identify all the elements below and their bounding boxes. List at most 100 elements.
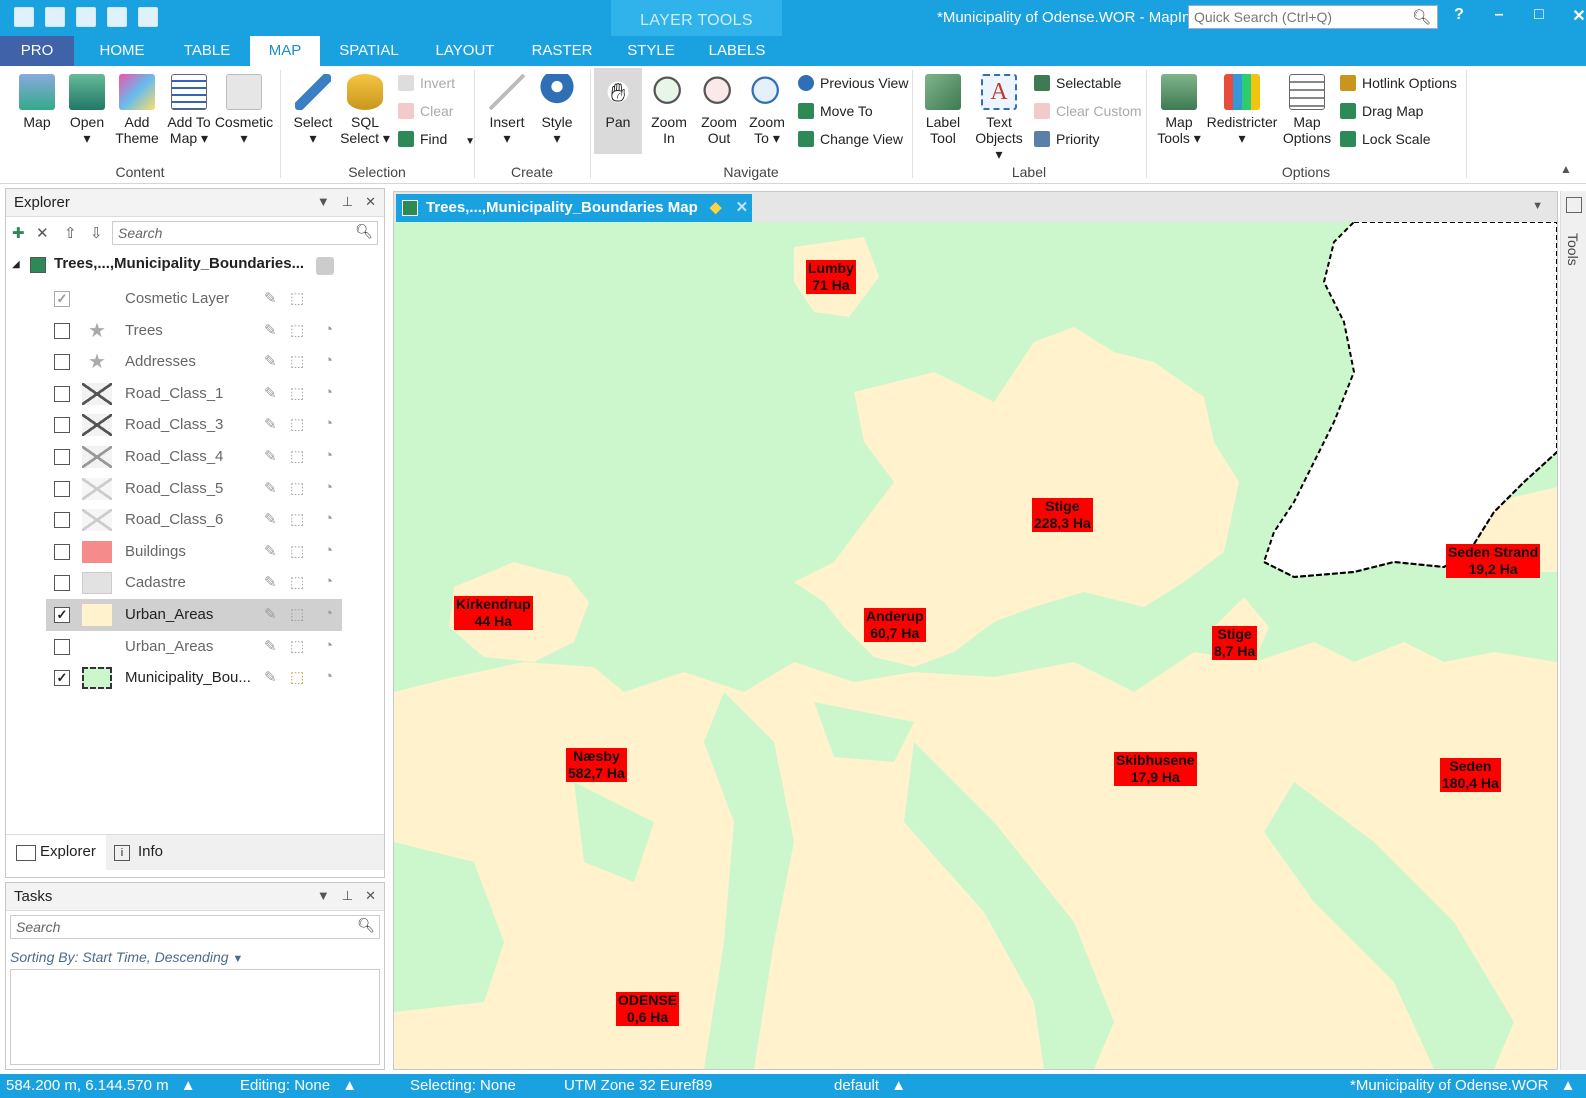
selectable-layer-icon[interactable]: ⬚ <box>290 352 304 370</box>
layer-style-swatch[interactable] <box>82 477 112 500</box>
map-window[interactable]: Trees,...,Municipality_Boundaries Map ◆ … <box>393 191 1558 1070</box>
previous-view-button[interactable]: Previous View <box>798 74 908 92</box>
pencil-icon[interactable]: ✎ <box>264 605 277 623</box>
layer-style-swatch[interactable] <box>82 446 112 468</box>
selectable-layer-icon[interactable]: ⬚ <box>290 289 304 307</box>
pencil-icon[interactable]: ✎ <box>264 321 277 339</box>
layer-visibility-checkbox[interactable] <box>54 575 70 592</box>
autolabel-icon[interactable]: ◔ <box>324 542 333 559</box>
map-label[interactable]: Skibhusene 17,9 Ha <box>1114 752 1197 786</box>
pencil-icon[interactable]: ✎ <box>264 447 277 465</box>
find-button[interactable]: Find ▼ <box>398 130 475 151</box>
invert-button[interactable]: Invert <box>398 74 455 92</box>
layer-row[interactable]: Road_Class_4 ✎ ⬚ ◔ <box>46 441 342 473</box>
layer-properties-icon[interactable] <box>316 257 334 275</box>
zoom-in-button[interactable]: Zoom In <box>644 74 694 146</box>
clear-custom-button[interactable]: Clear Custom <box>1034 102 1142 120</box>
hotlink-options-button[interactable]: Hotlink Options <box>1340 74 1457 92</box>
autolabel-icon[interactable]: ◔ <box>324 479 333 496</box>
status-projection[interactable]: UTM Zone 32 Euref89 <box>564 1077 712 1094</box>
layer-style-swatch[interactable] <box>82 414 112 437</box>
layer-row[interactable]: ★ Addresses ✎ ⬚ ◔ <box>46 346 342 378</box>
autolabel-icon[interactable]: ◔ <box>324 352 333 369</box>
chevron-up-icon[interactable]: ▲ <box>1561 1077 1576 1094</box>
tab-labels[interactable]: LABELS <box>700 36 774 66</box>
quick-search-input[interactable]: Quick Search (Ctrl+Q) 🔍︎ <box>1188 5 1438 29</box>
autolabel-icon[interactable]: ◔ <box>324 384 333 401</box>
status-workspace[interactable]: *Municipality of Odense.WOR ▲ <box>1350 1077 1575 1094</box>
app-logo-icon[interactable] <box>14 7 34 27</box>
remove-layer-icon[interactable]: ✕ <box>36 224 49 242</box>
map-label[interactable]: Seden Strand 19,2 Ha <box>1446 544 1541 578</box>
layer-style-swatch[interactable] <box>82 509 112 532</box>
layer-row[interactable]: Cadastre ✎ ⬚ ◔ <box>46 567 342 599</box>
autolabel-icon[interactable]: ◔ <box>324 637 333 654</box>
selectable-layer-icon[interactable]: ⬚ <box>290 542 304 560</box>
status-coordinates[interactable]: 584.200 m, 6.144.570 m ▲ <box>6 1077 196 1094</box>
tasks-sorting[interactable]: Sorting By: Start Time, Descending ▼ <box>10 949 243 965</box>
map-label[interactable]: Stige 228,3 Ha <box>1032 498 1093 532</box>
layer-row[interactable]: Road_Class_1 ✎ ⬚ ◔ <box>46 378 342 410</box>
open-button[interactable]: Open ▾ <box>62 74 112 146</box>
layer-visibility-checkbox[interactable] <box>54 449 70 465</box>
sql-select-button[interactable]: SQL Select ▾ <box>338 74 392 146</box>
chevron-down-icon[interactable]: ▼ <box>232 953 243 965</box>
search-icon[interactable]: 🔍︎ <box>1412 8 1431 26</box>
map-label[interactable]: Seden 180,4 Ha <box>1440 758 1501 792</box>
chevron-up-icon[interactable]: ▲ <box>181 1077 196 1094</box>
map-label[interactable]: Stige 8,7 Ha <box>1212 626 1258 660</box>
panel-close-icon[interactable]: ✕ <box>365 194 376 210</box>
move-down-icon[interactable]: ⇩ <box>90 224 103 242</box>
layer-row[interactable]: Buildings ✎ ⬚ ◔ <box>46 536 342 568</box>
layer-style-swatch[interactable] <box>82 382 112 405</box>
tab-map[interactable]: MAP <box>250 36 320 66</box>
label-tool-button[interactable]: Label Tool <box>918 74 968 146</box>
insert-button[interactable]: Insert ▾ <box>482 74 532 146</box>
selectable-layer-icon[interactable]: ⬚ <box>290 447 304 465</box>
pin-icon[interactable]: ⊥ <box>342 194 353 210</box>
map-label[interactable]: Anderup 60,7 Ha <box>864 608 926 642</box>
map-label[interactable]: Kirkendrup 44 Ha <box>454 596 533 630</box>
tab-style[interactable]: STYLE <box>616 36 686 66</box>
pencil-icon[interactable]: ✎ <box>264 542 277 560</box>
panel-menu-icon[interactable]: ▼ <box>317 888 330 904</box>
status-editing[interactable]: Editing: None ▲ <box>240 1077 357 1094</box>
layer-visibility-checkbox[interactable]: ✓ <box>54 291 70 307</box>
star-icon[interactable]: ★ <box>82 320 112 342</box>
chevron-up-icon[interactable]: ▲ <box>342 1077 357 1094</box>
map-label[interactable]: Lumby 71 Ha <box>806 260 856 294</box>
drag-map-button[interactable]: Drag Map <box>1340 102 1423 120</box>
map-button[interactable]: Map <box>12 74 62 130</box>
maximize-button[interactable]: □ <box>1526 6 1552 26</box>
autolabel-icon[interactable]: ◔ <box>324 447 333 464</box>
pencil-icon[interactable]: ✎ <box>264 289 277 307</box>
redistricter-button[interactable]: Redistricter ▾ <box>1204 74 1280 146</box>
panel-menu-icon[interactable]: ▼ <box>317 194 330 210</box>
tab-table[interactable]: TABLE <box>170 36 244 66</box>
layer-visibility-checkbox[interactable] <box>54 480 70 497</box>
map-document-tab[interactable]: Trees,...,Municipality_Boundaries Map ◆ … <box>396 194 752 222</box>
text-objects-button[interactable]: A Text Objects ▾ <box>970 74 1028 162</box>
layer-style-swatch[interactable] <box>82 636 112 658</box>
add-to-map-button[interactable]: Add To Map ▾ <box>162 74 216 146</box>
selectable-button[interactable]: Selectable <box>1034 74 1121 92</box>
change-view-button[interactable]: Change View <box>798 130 903 148</box>
layer-style-swatch[interactable] <box>82 604 112 626</box>
map-options-button[interactable]: Map Options <box>1280 74 1334 146</box>
tab-raster[interactable]: RASTER <box>524 36 600 66</box>
selectable-layer-icon[interactable]: ⬚ <box>290 510 304 528</box>
tab-explorer[interactable]: Explorer <box>40 843 96 860</box>
selectable-layer-icon[interactable]: ⬚ <box>290 384 304 402</box>
tab-pro[interactable]: PRO <box>0 36 74 66</box>
zoom-to-button[interactable]: Zoom To ▾ <box>742 74 792 146</box>
layer-row[interactable]: Road_Class_6 ✎ ⬚ ◔ <box>46 504 342 536</box>
move-to-button[interactable]: Move To <box>798 102 873 120</box>
close-tab-icon[interactable]: ✕ <box>736 199 749 216</box>
autolabel-icon[interactable]: ◔ <box>324 605 333 622</box>
select-button[interactable]: Select ▾ <box>288 74 338 146</box>
selectable-layer-icon[interactable]: ⬚ <box>290 637 304 655</box>
move-up-icon[interactable]: ⇧ <box>64 224 77 242</box>
map-window-node[interactable]: Trees,...,Municipality_Boundaries... <box>54 255 304 272</box>
selectable-layer-icon[interactable]: ⬚ <box>290 479 304 497</box>
panel-close-icon[interactable]: ✕ <box>365 888 376 904</box>
